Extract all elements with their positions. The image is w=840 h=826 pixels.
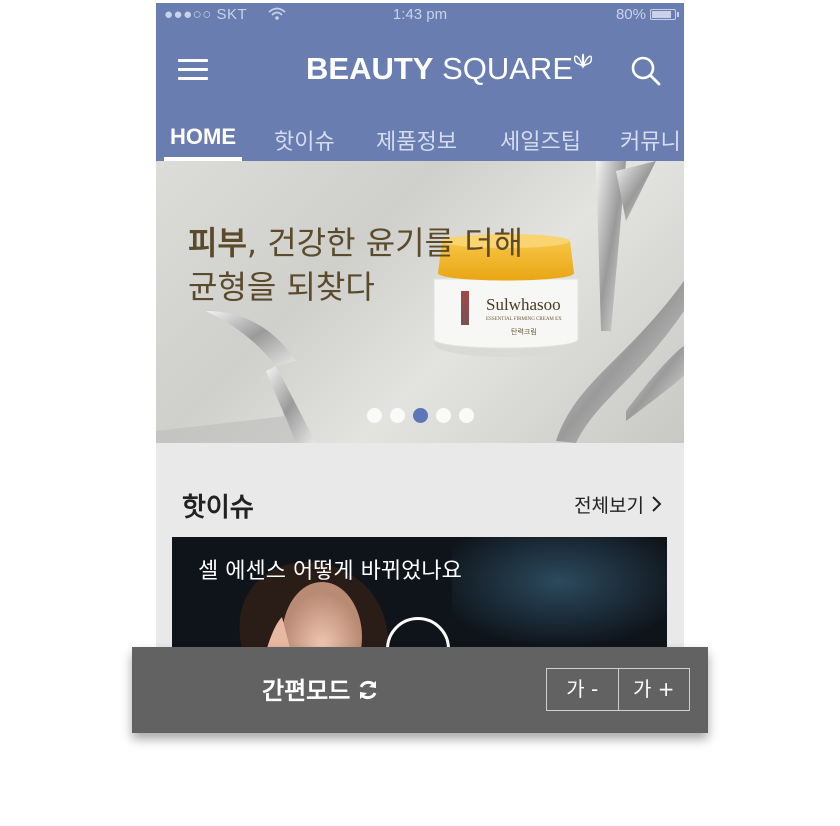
easy-mode-label: 간편모드 xyxy=(262,677,351,705)
product-label-brand: Sulwhasoo xyxy=(486,295,561,314)
promo-banner[interactable]: 피부, 건강한 윤기를 더해 균형을 되찾다 Sulwhasoo ESSENTI… xyxy=(156,161,684,443)
view-all-label: 전체보기 xyxy=(574,495,644,517)
video-title: 셀 에센스 어떻게 바뀌었나요 xyxy=(198,559,462,584)
chevron-right-icon xyxy=(652,495,662,517)
search-icon[interactable] xyxy=(630,55,662,87)
tab-hot-issue[interactable]: 핫이슈 xyxy=(274,124,335,161)
tab-product-info[interactable]: 제품정보 xyxy=(376,124,457,161)
banner-headline-bold: 피부 xyxy=(188,224,247,262)
app-logo[interactable]: BEAUTY SQUARE xyxy=(306,51,593,87)
battery-icon xyxy=(650,9,679,20)
tab-home[interactable]: HOME xyxy=(164,124,242,161)
banner-headline: 피부, 건강한 윤기를 더해 균형을 되찾다 xyxy=(188,221,523,309)
banner-headline-rest: , 건강한 윤기를 더해 xyxy=(246,224,524,262)
carousel-dot-2[interactable] xyxy=(389,408,405,423)
carousel-dots xyxy=(156,408,684,423)
carousel-dot-3[interactable] xyxy=(412,408,428,423)
refresh-icon xyxy=(356,678,380,708)
carousel-dot-5[interactable] xyxy=(458,408,474,423)
view-all-link[interactable]: 전체보기 xyxy=(574,491,662,518)
tab-community[interactable]: 커뮤니 xyxy=(620,124,681,161)
carousel-dot-4[interactable] xyxy=(435,408,451,423)
font-increase-button[interactable]: 가 + xyxy=(617,669,690,710)
status-time: 1:43 pm xyxy=(392,6,448,23)
butterfly-icon xyxy=(571,43,595,79)
font-decrease-button[interactable]: 가 - xyxy=(547,669,618,710)
phone-screen: ●●●○○ SKT 1:43 pm 80% BEAUTY SQUARE HOME… xyxy=(156,3,684,648)
category-tabs: HOME 핫이슈 제품정보 세일즈팁 커뮤니 xyxy=(156,124,684,161)
logo-light: SQUARE xyxy=(442,51,573,86)
carousel-dot-1[interactable] xyxy=(366,408,382,423)
font-size-controls: 가 - 가 + xyxy=(546,668,690,711)
product-label-sub: ESSENTIAL FIRMING CREAM EX xyxy=(486,317,562,322)
battery-percent: 80% xyxy=(615,6,646,23)
status-bar: ●●●○○ SKT 1:43 pm 80% xyxy=(156,3,684,27)
tab-sales-tip[interactable]: 세일즈팁 xyxy=(500,124,581,161)
product-seal-icon xyxy=(461,291,469,325)
accessibility-bar: 간편모드 가 - 가 + xyxy=(132,647,708,733)
product-label-kor: 탄력크림 xyxy=(511,328,537,336)
easy-mode-toggle[interactable]: 간편모드 xyxy=(262,671,380,708)
app-header: BEAUTY SQUARE HOME 핫이슈 제품정보 세일즈팁 커뮤니 xyxy=(156,27,684,161)
logo-bold: BEAUTY xyxy=(306,51,434,86)
hot-issue-video-card[interactable]: 셀 에센스 어떻게 바뀌었나요 xyxy=(172,537,667,648)
hamburger-menu-icon[interactable] xyxy=(178,57,208,81)
banner-headline-line2: 균형을 되찾다 xyxy=(188,268,375,306)
hot-issue-title: 핫이슈 xyxy=(182,493,254,523)
